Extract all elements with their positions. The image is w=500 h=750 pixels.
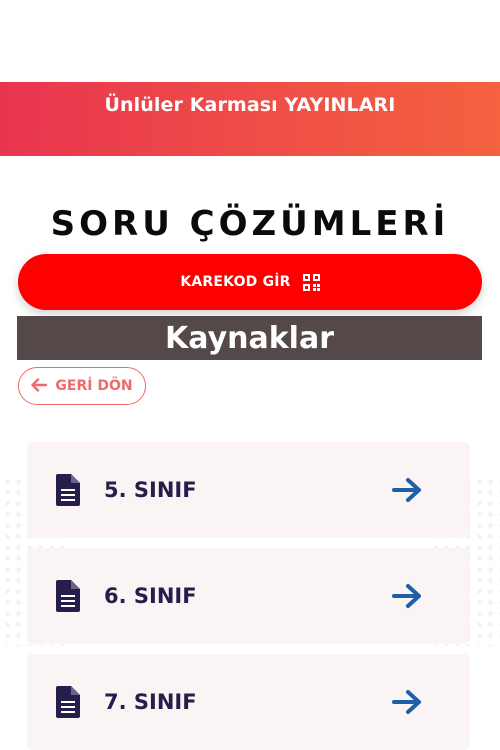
qr-button-label: KAREKOD GİR bbox=[180, 274, 291, 290]
page-title: SORU ÇÖZÜMLERİ bbox=[50, 204, 450, 244]
list-item-label: 6. SINIF bbox=[104, 584, 197, 608]
brand-title: Ünlüler Karması YAYINLARI bbox=[104, 94, 396, 116]
document-icon bbox=[56, 686, 80, 718]
top-spacer bbox=[0, 0, 500, 82]
arrow-right-icon bbox=[392, 689, 422, 715]
document-icon bbox=[56, 580, 80, 612]
brand-header: Ünlüler Karması YAYINLARI bbox=[0, 82, 500, 156]
list-item-label: 5. SINIF bbox=[104, 478, 197, 502]
document-icon bbox=[56, 474, 80, 506]
arrow-left-icon bbox=[31, 377, 48, 396]
arrow-right-icon bbox=[392, 477, 422, 503]
main-content: SORU ÇÖZÜMLERİ KAREKOD GİR Kaynaklar GER… bbox=[0, 156, 500, 750]
back-button-label: GERİ DÖN bbox=[55, 378, 133, 394]
list-item-grade-6[interactable]: 6. SINIF bbox=[27, 548, 470, 644]
list-item-grade-5[interactable]: 5. SINIF bbox=[27, 442, 470, 538]
list-item-label: 7. SINIF bbox=[104, 690, 197, 714]
section-banner: Kaynaklar bbox=[17, 316, 482, 360]
section-title: Kaynaklar bbox=[165, 320, 334, 356]
qr-code-entry-button[interactable]: KAREKOD GİR bbox=[18, 254, 482, 310]
qr-code-icon bbox=[302, 273, 320, 291]
arrow-right-icon bbox=[392, 583, 422, 609]
back-button[interactable]: GERİ DÖN bbox=[18, 367, 146, 405]
list-item-grade-7[interactable]: 7. SINIF bbox=[27, 654, 470, 750]
resource-list: 5. SINIF 6. SINIF 7. SINIF bbox=[27, 442, 470, 750]
